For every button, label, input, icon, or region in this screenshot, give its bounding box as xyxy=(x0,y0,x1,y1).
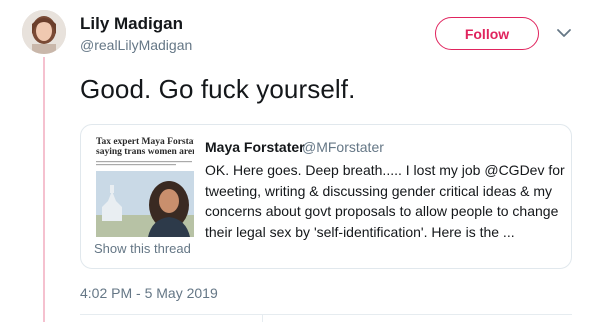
author-handle[interactable]: @realLilyMadigan xyxy=(80,37,192,53)
quoted-author-name: Maya Forstater xyxy=(205,139,305,155)
thumbnail-headline: Tax expert Maya Forstater fir saying tra… xyxy=(96,137,194,157)
avatar-photo xyxy=(22,10,66,54)
follow-button-label: Follow xyxy=(464,25,510,42)
chevron-down-icon[interactable] xyxy=(555,26,573,40)
thumbnail-caption-lines xyxy=(96,161,192,166)
quoted-tweet-card[interactable]: Tax expert Maya Forstater fir saying tra… xyxy=(80,124,572,269)
avatar[interactable] xyxy=(22,10,66,54)
divider-vertical xyxy=(262,315,263,322)
show-thread-link[interactable]: Show this thread xyxy=(94,241,191,256)
author-name[interactable]: Lily Madigan xyxy=(80,14,183,34)
thumbnail-headline-line-1: Tax expert Maya Forstater fir xyxy=(96,137,194,147)
quoted-tweet-thumbnail: Tax expert Maya Forstater fir saying tra… xyxy=(96,137,194,237)
follow-button[interactable]: Follow xyxy=(435,17,539,50)
thumbnail-photo xyxy=(96,171,194,237)
thumbnail-headline-line-2: saying trans women aren't wo xyxy=(96,147,194,157)
quoted-author-handle: @MForstater xyxy=(302,139,384,155)
divider xyxy=(80,314,572,315)
thread-connector-line xyxy=(43,57,45,322)
quoted-tweet-text: OK. Here goes. Deep breath..... I lost m… xyxy=(205,162,565,240)
tweet-timestamp[interactable]: 4:02 PM - 5 May 2019 xyxy=(80,285,218,301)
tweet-text: Good. Go fuck yourself. xyxy=(80,74,356,104)
